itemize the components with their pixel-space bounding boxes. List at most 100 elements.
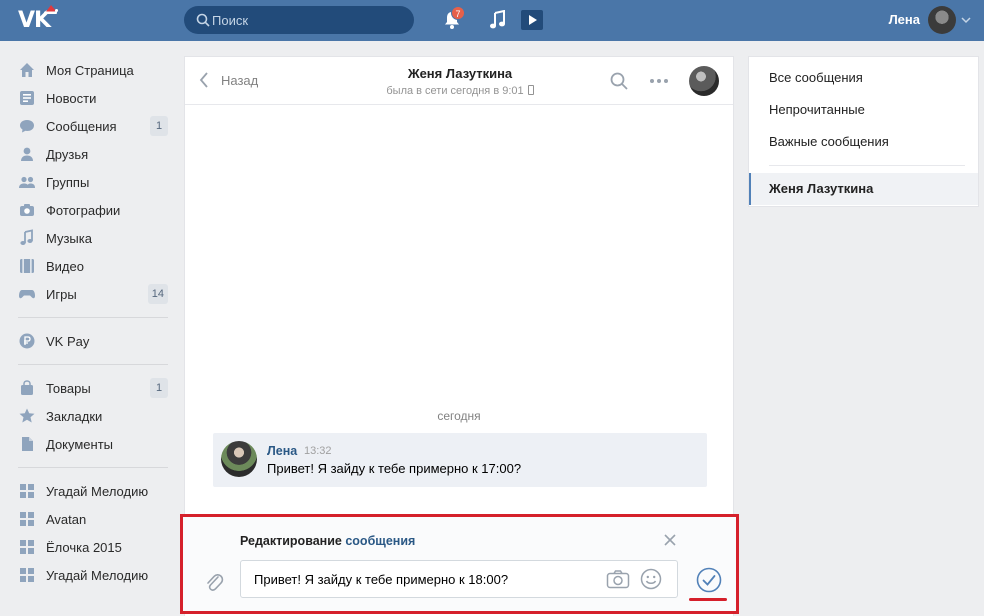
sidebar-item-label: Угадай Мелодию [46, 483, 149, 499]
sidebar-item-label: Группы [46, 174, 90, 190]
home-icon [20, 63, 34, 77]
smile-icon[interactable] [640, 568, 662, 590]
santa-hat-icon [44, 5, 58, 14]
sidebar-item-groups[interactable]: Группы [14, 168, 170, 196]
sidebar-item-label: Закладки [46, 408, 103, 424]
sidebar-item-label: Новости [46, 90, 97, 106]
edit-message-panel: Редактирование сообщения [180, 514, 739, 614]
mobile-icon [527, 85, 534, 95]
sidebar-item-label: Друзья [46, 146, 89, 162]
menu-divider [18, 317, 168, 318]
edit-input-box[interactable] [240, 560, 678, 598]
camera-icon[interactable] [606, 569, 630, 589]
menu-item-all-messages[interactable]: Все сообщения [769, 70, 863, 85]
chat-header: Назад Женя Лазуткина была в сети сегодня… [185, 57, 733, 105]
bag-icon [21, 380, 33, 395]
highlight-underline [689, 598, 727, 601]
sidebar-item-documents[interactable]: Документы [14, 430, 170, 458]
sidebar-item-app-3[interactable]: Ёлочка 2015 [14, 533, 170, 561]
peer-name[interactable]: Женя Лазуткина [335, 66, 585, 81]
messages-icon [20, 120, 34, 133]
app-icon [20, 512, 34, 526]
edit-title: Редактирование сообщения [240, 534, 415, 548]
sidebar-item-friends[interactable]: Друзья [14, 140, 170, 168]
left-menu: Моя Страница Новости Сообщения 1 Друзья … [14, 56, 170, 589]
search-box[interactable] [184, 6, 414, 34]
video-icon[interactable] [521, 10, 543, 30]
close-icon[interactable] [663, 533, 677, 547]
paperclip-icon[interactable] [204, 570, 224, 594]
music-icon [20, 229, 33, 245]
vk-logo[interactable]: VK [18, 5, 62, 33]
chevron-left-icon [199, 72, 208, 88]
peer-status: была в сети сегодня в 9:01 [335, 85, 585, 97]
sidebar-item-video[interactable]: Видео [14, 252, 170, 280]
sidebar-item-label: Документы [46, 436, 114, 452]
sidebar-item-my-page[interactable]: Моя Страница [14, 56, 170, 84]
right-menu: Все сообщения Непрочитанные Важные сообщ… [748, 56, 979, 207]
app-icon [20, 540, 34, 554]
back-button[interactable]: Назад [199, 72, 258, 88]
edit-message-input[interactable] [254, 561, 594, 597]
rouble-icon [19, 333, 35, 349]
menu-divider [769, 165, 965, 166]
message-author-avatar[interactable] [221, 441, 257, 477]
goods-counter: 1 [150, 378, 168, 398]
sidebar-item-music[interactable]: Музыка [14, 224, 170, 252]
notifications-badge: 7 [451, 6, 465, 20]
sidebar-item-label: Фотографии [46, 202, 121, 218]
sidebar-item-label: Моя Страница [46, 62, 134, 78]
video-icon [20, 259, 34, 273]
edit-title-link[interactable]: сообщения [345, 534, 415, 548]
message-text: Привет! Я зайду к тебе примерно к 17:00? [267, 461, 522, 476]
menu-item-active-chat[interactable]: Женя Лазуткина [749, 173, 978, 205]
games-counter: 14 [147, 284, 168, 304]
sidebar-item-label: Видео [46, 258, 84, 274]
music-icon[interactable] [489, 10, 507, 30]
sidebar-item-label: Ёлочка 2015 [46, 539, 122, 555]
back-label: Назад [221, 72, 259, 88]
messages-counter: 1 [150, 116, 168, 136]
day-separator: сегодня [437, 409, 481, 423]
sidebar-item-vk-pay[interactable]: VK Pay [14, 327, 170, 355]
user-name[interactable]: Лена [872, 12, 920, 27]
star-icon [19, 408, 35, 423]
menu-item-important[interactable]: Важные сообщения [769, 134, 889, 149]
sidebar-item-app-2[interactable]: Avatan [14, 505, 170, 533]
sidebar-item-goods[interactable]: Товары 1 [14, 374, 170, 402]
chevron-down-icon[interactable] [961, 17, 971, 24]
document-icon [22, 437, 33, 451]
camera-icon [20, 204, 34, 216]
search-input[interactable] [212, 6, 408, 34]
sidebar-item-app-4[interactable]: Угадай Мелодию [14, 561, 170, 589]
sidebar-item-messages[interactable]: Сообщения 1 [14, 112, 170, 140]
peer-avatar[interactable] [689, 66, 719, 96]
sidebar-item-photos[interactable]: Фотографии [14, 196, 170, 224]
search-icon[interactable] [609, 71, 629, 91]
top-bar: VK 7 Лена [0, 0, 984, 41]
user-avatar[interactable] [928, 6, 956, 34]
groups-icon [19, 176, 35, 188]
sidebar-item-label: Музыка [46, 230, 92, 246]
sidebar-item-label: Угадай Мелодию [46, 567, 149, 583]
sidebar-item-label: VK Pay [46, 333, 90, 349]
sidebar-item-bookmarks[interactable]: Закладки [14, 402, 170, 430]
message-item[interactable]: Лена 13:32 Привет! Я зайду к тебе пример… [213, 433, 707, 487]
menu-divider [18, 467, 168, 468]
search-icon [196, 13, 210, 27]
message-time[interactable]: 13:32 [304, 445, 332, 457]
peer-status-text: была в сети сегодня в 9:01 [386, 85, 524, 97]
friends-icon [21, 147, 33, 161]
sidebar-item-app-1[interactable]: Угадай Мелодию [14, 477, 170, 505]
sidebar-item-games[interactable]: Игры 14 [14, 280, 170, 308]
games-icon [19, 290, 35, 299]
menu-item-unread[interactable]: Непрочитанные [769, 102, 865, 117]
sidebar-item-news[interactable]: Новости [14, 84, 170, 112]
edit-title-prefix: Редактирование [240, 534, 342, 548]
checkmark-icon[interactable] [696, 567, 722, 593]
news-icon [20, 91, 34, 105]
message-author[interactable]: Лена [267, 444, 297, 458]
app-icon [20, 568, 34, 582]
more-icon[interactable] [648, 71, 670, 91]
menu-divider [18, 364, 168, 365]
